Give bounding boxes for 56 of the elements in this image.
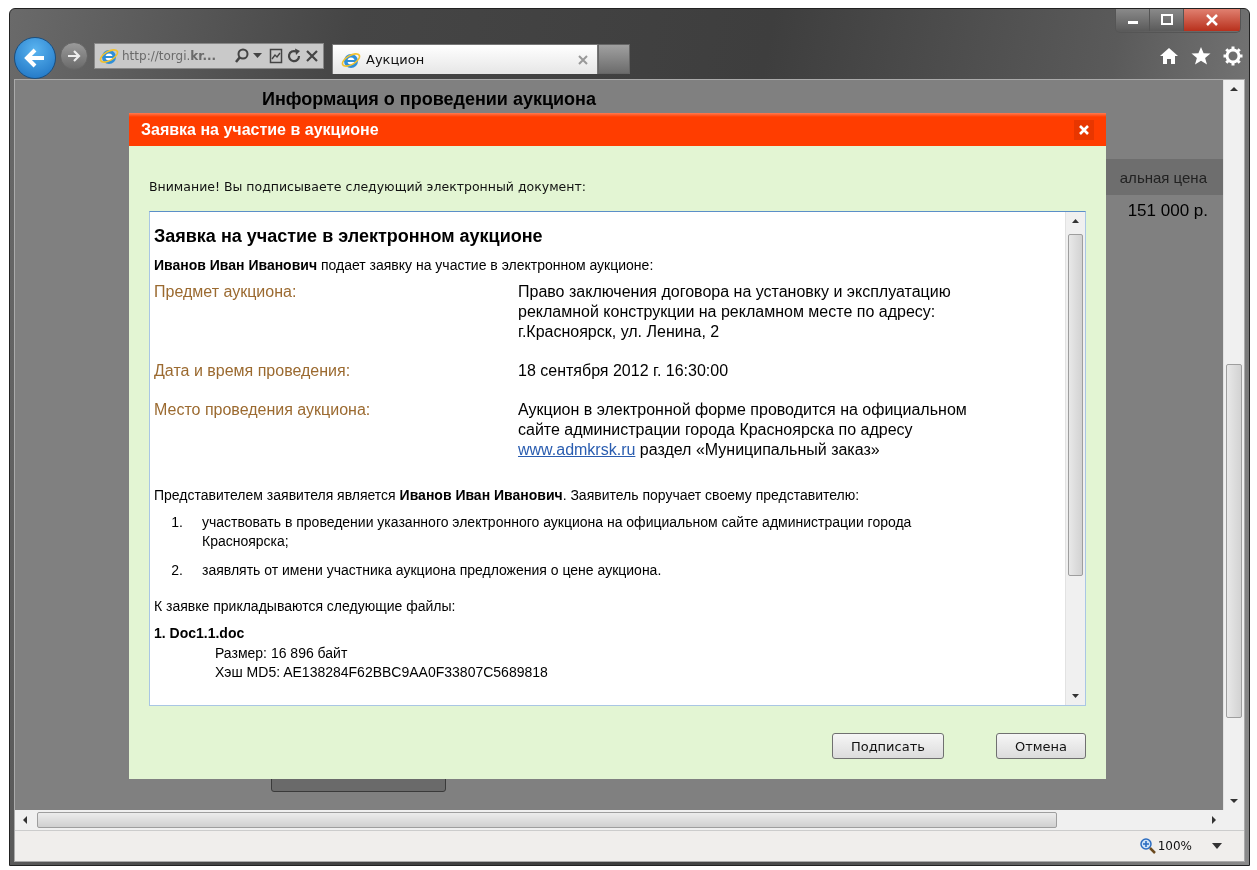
list-number: 1. [170,513,183,532]
minimize-button[interactable] [1116,9,1150,31]
zoom-control[interactable]: 100% [1139,838,1192,854]
file-hash: Хэш MD5: AE138284F62BBC9AA0F33807C5689818 [214,663,549,682]
field-label: Предмет аукциона: [154,282,298,302]
document-title: Заявка на участие в электронном аукционе [154,226,544,247]
stop-icon[interactable] [305,49,319,63]
dialog-title: Заявка на участие в аукционе [141,120,380,139]
home-icon[interactable] [1159,46,1179,66]
star-icon[interactable] [1191,46,1211,66]
representative-text: Представителем заявителя является Иванов Иван Иванович. Заявитель поручает своему представителю: [154,487,861,503]
notice-text: Внимание! Вы подписываете следующий электронный документ: [149,179,587,194]
close-icon [1078,123,1090,136]
close-button[interactable] [1074,119,1094,140]
maximize-button[interactable] [1150,9,1184,31]
refresh-icon[interactable] [286,48,302,64]
forward-button[interactable] [60,42,88,70]
field-value: Аукцион в электронной форме проводится на официальном сайте администрации города Красноярска по адресу www.admkrsk.ru раздел «Муниципальный заказ» [518,400,968,460]
address-text: http://torgi.kr... [122,49,218,63]
column-header: альная цена [1119,168,1207,186]
page-icon[interactable] [269,48,283,64]
caret-icon[interactable] [253,53,262,59]
list-number: 2. [170,561,183,580]
forward-arrow-icon [66,49,82,63]
tab-title: Аукцион [366,52,426,67]
field-label: Дата и время проведения: [154,361,352,381]
file-name: 1. Doc1.1.doc [154,624,246,643]
applicant-text: Иванов Иван Иванович подает заявку на участие в электронном аукционе: [154,257,655,273]
back-arrow-icon [23,47,47,69]
scrollbar-thumb[interactable] [1068,234,1083,576]
browser-tab[interactable]: Аукцион [332,44,598,74]
caret-icon[interactable] [1212,843,1222,849]
field-label: Место проведения аукциона: [154,400,372,420]
price-cell: 151 000 р. [1127,201,1208,221]
zoom-level: 100% [1157,839,1192,853]
page-heading: Информация о проведении аукциона [262,89,597,110]
dialog-button[interactable]: Отмена [995,733,1086,759]
scrollbar-thumb[interactable] [1226,364,1242,718]
zoom-icon [1139,838,1156,854]
dialog-button[interactable]: Подписать [831,733,944,759]
files-heading: К заявке прикладываются следующие файлы: [154,598,457,614]
close-button[interactable] [1184,9,1240,31]
site-link[interactable]: www.admkrsk.ru [518,441,636,458]
maximize-icon [1159,14,1174,26]
close-icon [1205,14,1219,26]
field-value: Право заключения договора на установку и эксплуатацию рекламной конструкции на рекламном месте по адресу: г.Красноярск, ул. Ленина, 2 [518,282,952,342]
file-size: Размер: 16 896 байт [214,643,349,663]
settings-icon[interactable] [1223,46,1243,66]
list-item-text: заявлять от имени участника аукциона предложения о цене аукциона. [202,561,663,580]
browser-logo-icon [99,46,119,66]
list-item-text: участвовать в проведении указанного электронного аукциона на официальном сайте администрации города Красноярска; [202,513,913,551]
back-button[interactable] [14,37,56,79]
close-tab-icon[interactable] [577,53,589,66]
search-icon[interactable] [234,48,250,64]
scrollbar-thumb[interactable] [37,812,1057,828]
field-value: 18 сентября 2012 г. 16:30:00 [518,361,730,381]
